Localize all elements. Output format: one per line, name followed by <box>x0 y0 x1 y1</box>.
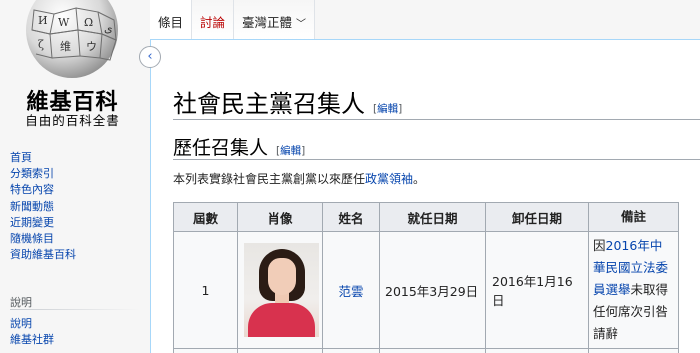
table-row <box>173 348 679 353</box>
svg-text:Ω: Ω <box>84 16 93 29</box>
portrait-face <box>268 258 296 295</box>
cell-empty <box>379 348 486 353</box>
title-divider <box>173 119 700 120</box>
svg-text:W: W <box>58 16 70 29</box>
header-end-date: 卸任日期 <box>485 202 589 232</box>
intro-end: 。 <box>413 172 426 186</box>
collapse-sidebar-button[interactable]: ‹ <box>139 46 161 68</box>
cell-term: 1 <box>173 231 238 349</box>
cell-portrait <box>237 231 323 349</box>
section-heading: 歷任召集人 [編輯] <box>173 133 305 160</box>
nav-item-main-page[interactable]: 首頁 <box>10 150 76 166</box>
cell-empty <box>485 348 589 353</box>
table-row: 1 范雲 2015年3月29日 2016年1月16日 因2016年中華民國立法委… <box>173 231 679 349</box>
header-start-date: 就任日期 <box>379 202 486 232</box>
party-leader-link[interactable]: 政黨領袖 <box>365 172 413 186</box>
header-term: 屆數 <box>173 202 238 232</box>
cell-empty <box>173 348 238 353</box>
nav-divider <box>10 309 140 310</box>
svg-text:И: И <box>38 14 48 27</box>
section-divider <box>173 159 700 160</box>
header-name: 姓名 <box>322 202 380 232</box>
tab-article[interactable]: 條目 <box>150 0 193 40</box>
cell-start-date: 2015年3月29日 <box>379 231 486 349</box>
site-tagline: 自由的百科全書 <box>25 113 120 128</box>
table-header-row: 屆數 肖像 姓名 就任日期 卸任日期 備註 <box>173 202 679 232</box>
nav-item-news[interactable]: 新聞動態 <box>10 199 76 215</box>
header-notes: 備註 <box>588 202 679 232</box>
cell-empty <box>322 348 380 353</box>
section-heading-text: 歷任召集人 <box>173 137 269 159</box>
conveners-table: 屆數 肖像 姓名 就任日期 卸任日期 備註 1 范雲 2015年3月29日 20… <box>173 202 679 353</box>
section-edit-link: [編輯] <box>276 145 306 157</box>
cell-notes: 因2016年中華民國立法委員選舉未取得任何席次引咎請辭 <box>588 231 679 349</box>
svg-text:ζ: ζ <box>38 38 44 51</box>
page-title-text: 社會民主黨召集人 <box>173 90 365 118</box>
portrait-jacket <box>248 303 315 337</box>
cell-empty <box>588 348 679 353</box>
title-edit-link: [編輯] <box>373 103 403 115</box>
portrait-image[interactable] <box>244 243 319 337</box>
cell-empty <box>237 348 323 353</box>
name-link[interactable]: 范雲 <box>338 284 363 299</box>
nav-section-help-heading[interactable]: 說明 <box>10 294 32 310</box>
nav-item-community[interactable]: 維基社群 <box>10 332 54 348</box>
tab-talk[interactable]: 討論 <box>192 0 235 40</box>
nav-item-donate[interactable]: 資助維基百科 <box>10 247 76 263</box>
nav-item-recent-changes[interactable]: 近期變更 <box>10 215 76 231</box>
chevron-left-icon: ‹ <box>147 49 153 64</box>
intro-paragraph: 本列表實錄社會民主黨創黨以來歷任政黨領袖。 <box>173 170 425 187</box>
wiki-page: W Ω И 维 ウ ی ζ 維基百科 自由的百科全書 首頁 分類索引 特色內容 … <box>0 0 700 353</box>
cell-end-date: 2016年1月16日 <box>485 231 589 349</box>
nav-item-categories[interactable]: 分類索引 <box>10 166 76 182</box>
nav-item-random[interactable]: 隨機條目 <box>10 231 76 247</box>
wikipedia-globe-logo[interactable]: W Ω И 维 ウ ی ζ <box>24 0 120 78</box>
main-navigation: 首頁 分類索引 特色內容 新聞動態 近期變更 隨機條目 資助維基百科 <box>10 150 76 263</box>
article-content: 社會民主黨召集人 [編輯] 歷任召集人 [編輯] 本列表實錄社會民主黨創黨以來歷任政… <box>150 39 700 353</box>
header-portrait: 肖像 <box>237 202 323 232</box>
cell-name: 范雲 <box>322 231 380 349</box>
page-title: 社會民主黨召集人 [編輯] <box>173 84 402 119</box>
sidebar: W Ω И 维 ウ ی ζ 維基百科 自由的百科全書 首頁 分類索引 特色內容 … <box>0 0 160 353</box>
svg-text:ی: ی <box>104 22 113 35</box>
page-tabs: 條目 討論 臺灣正體 ﹀ <box>150 0 316 40</box>
variant-label: 臺灣正體 <box>242 15 293 30</box>
svg-text:ウ: ウ <box>86 40 97 53</box>
svg-text:维: 维 <box>60 40 71 53</box>
nav-item-help[interactable]: 說明 <box>10 316 54 332</box>
section-edit-button[interactable]: 編輯 <box>280 145 301 157</box>
nav-item-featured[interactable]: 特色內容 <box>10 182 76 198</box>
intro-text: 本列表實錄社會民主黨創黨以來歷任 <box>173 172 366 186</box>
variant-dropdown[interactable]: 臺灣正體 ﹀ <box>234 0 316 40</box>
note-prefix: 因 <box>593 238 606 253</box>
title-edit-button[interactable]: 編輯 <box>377 103 398 115</box>
help-navigation: 說明 維基社群 <box>10 316 54 348</box>
